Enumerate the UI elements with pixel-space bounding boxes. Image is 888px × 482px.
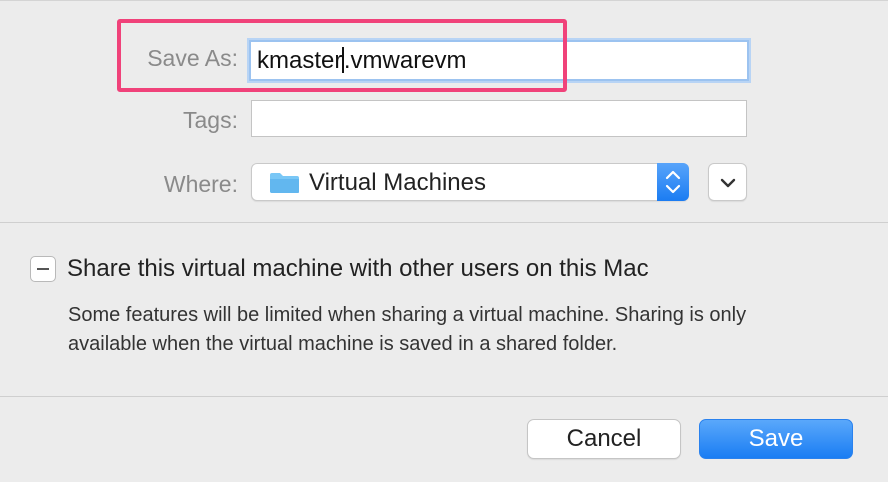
expand-panel-button[interactable]	[708, 163, 747, 201]
chevron-down-icon	[720, 178, 736, 188]
where-label: Where:	[163, 171, 238, 197]
folder-icon	[270, 173, 299, 193]
tags-field[interactable]	[251, 100, 747, 137]
share-checkbox[interactable]	[30, 256, 56, 282]
where-popup-button[interactable]: Virtual Machines	[251, 163, 689, 201]
mixed-state-dash-icon	[37, 268, 49, 270]
footer-divider	[0, 396, 888, 397]
cancel-button[interactable]: Cancel	[527, 419, 681, 459]
section-divider	[0, 222, 888, 223]
up-down-chevron-icon	[657, 163, 689, 201]
where-value: Virtual Machines	[309, 169, 486, 196]
share-checkbox-label: Share this virtual machine with other us…	[67, 255, 649, 282]
highlight-annotation-box	[117, 19, 567, 92]
tags-label: Tags:	[183, 107, 238, 133]
share-description: Some features will be limited when shari…	[68, 304, 747, 355]
save-button[interactable]: Save	[699, 419, 853, 459]
save-panel-header: Save As: kmaster.vmwarevm Tags: Where: V…	[0, 0, 888, 222]
